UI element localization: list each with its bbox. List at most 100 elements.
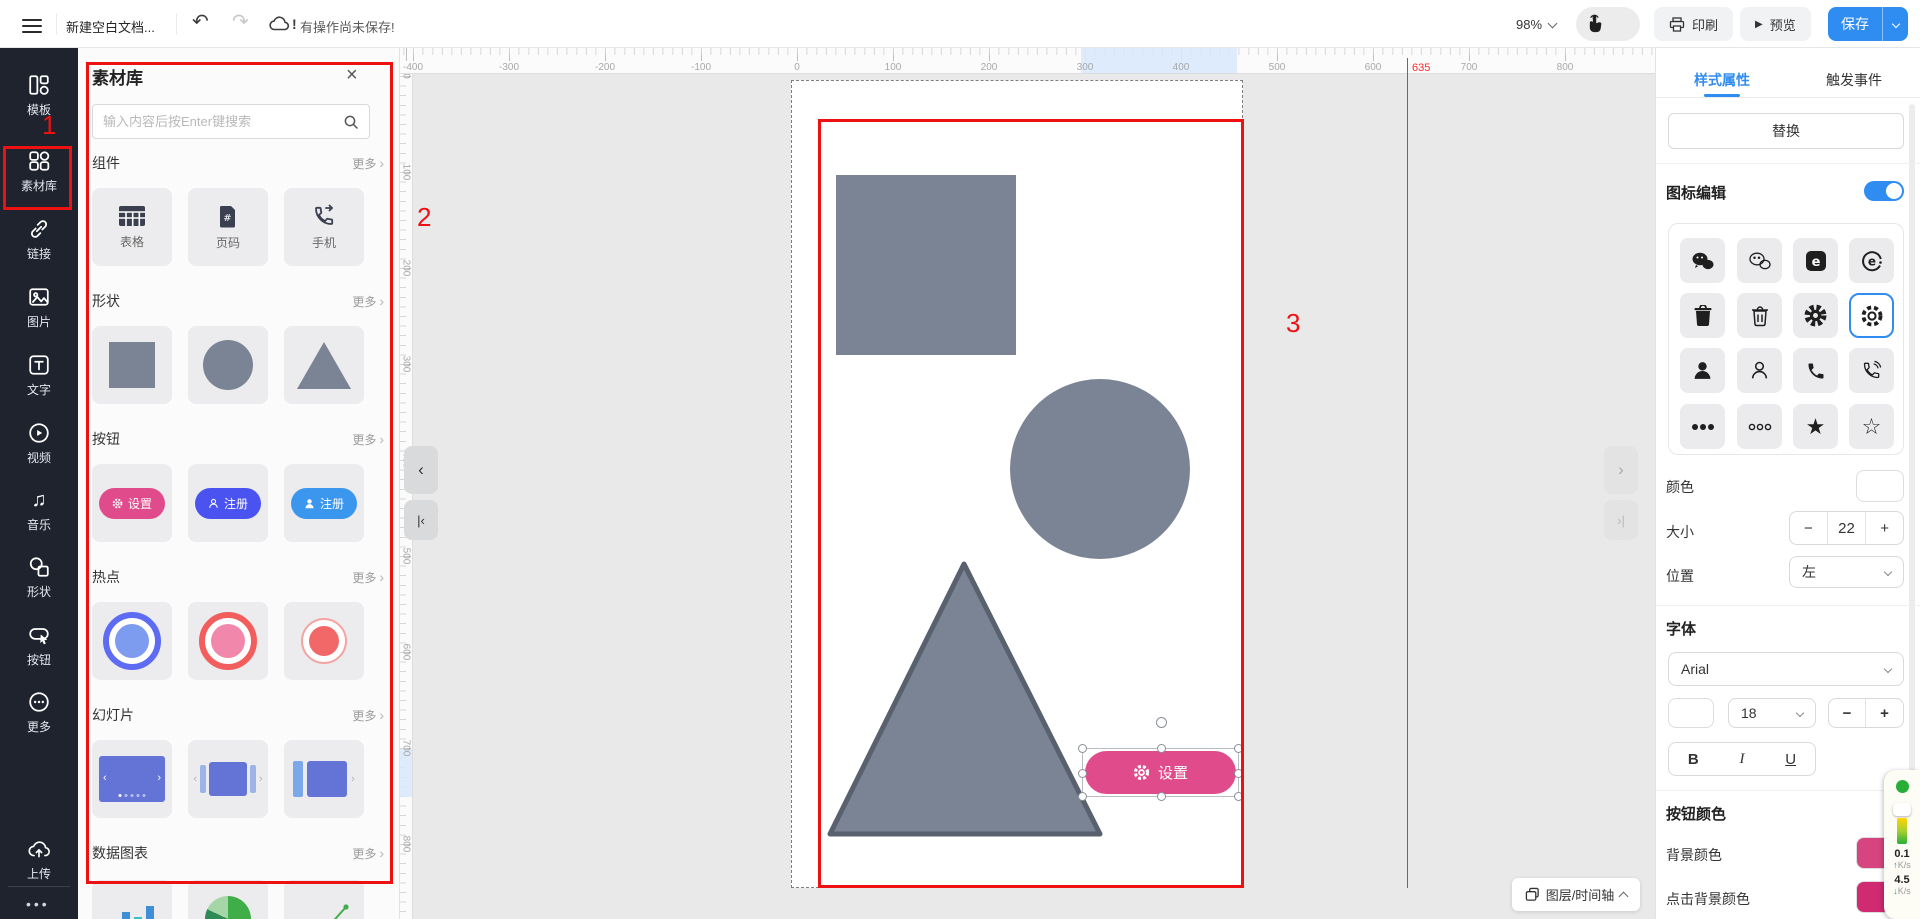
panel-expand-to-end-button[interactable]: ›| — [1604, 500, 1638, 540]
icon-edit-toggle[interactable] — [1864, 181, 1904, 201]
font-size-decrease-button[interactable]: − — [1829, 699, 1866, 727]
sidebar-item-more[interactable]: 更多 — [0, 691, 78, 749]
icon-option-ellipsis-outline[interactable] — [1737, 404, 1782, 449]
hotspot-card-blue[interactable] — [92, 602, 172, 680]
selection-handle[interactable] — [1234, 744, 1243, 753]
icon-option-trash-filled[interactable] — [1680, 293, 1725, 338]
button-card-register-2[interactable]: 注册 — [284, 464, 364, 542]
chart-card-pie[interactable] — [188, 880, 268, 919]
print-button[interactable]: 印刷 — [1654, 7, 1733, 41]
save-dropdown-button[interactable] — [1882, 7, 1908, 41]
replace-button[interactable]: 替换 — [1668, 113, 1904, 149]
chart-card-bar[interactable] — [92, 880, 172, 919]
slide-card-full[interactable]: ‹ › — [92, 740, 172, 818]
sidebar-item-image[interactable]: 图片 — [0, 286, 78, 344]
panel-collapse-left-button[interactable]: ‹ — [404, 446, 438, 494]
icon-option-wechat-outline[interactable] — [1737, 238, 1782, 283]
sidebar-item-upload[interactable]: 上传 — [0, 838, 78, 896]
sidebar-item-text[interactable]: 文字 — [0, 354, 78, 412]
slide-card-carousel[interactable]: ‹ › — [188, 740, 268, 818]
shape-card-square[interactable] — [92, 326, 172, 404]
selection-handle[interactable] — [1234, 769, 1243, 778]
component-card-table[interactable]: 表格 — [92, 188, 172, 266]
component-card-page-number[interactable]: # 页码 — [188, 188, 268, 266]
tab-trigger-events[interactable]: 触发事件 — [1826, 70, 1882, 90]
more-link[interactable]: 更多› — [352, 293, 384, 310]
selection-handle[interactable] — [1234, 792, 1243, 801]
sidebar-item-link[interactable]: 链接 — [0, 218, 78, 276]
icon-option-star-filled[interactable]: ★ — [1793, 404, 1838, 449]
italic-button[interactable]: I — [1718, 743, 1767, 775]
sidebar-item-video[interactable]: 视频 — [0, 422, 78, 480]
selection-handle[interactable] — [1078, 769, 1087, 778]
selection-handle[interactable] — [1078, 744, 1087, 753]
position-select[interactable]: 左 — [1789, 556, 1904, 588]
search-input[interactable] — [103, 114, 343, 129]
icon-option-star-outline[interactable]: ☆ — [1849, 404, 1894, 449]
more-link[interactable]: 更多› — [352, 431, 384, 448]
canvas-circle-shape[interactable] — [1010, 379, 1190, 559]
inspector-scrollbar[interactable] — [1909, 104, 1915, 804]
size-increase-button[interactable]: + — [1865, 512, 1903, 544]
document-title[interactable]: 新建空白文档... — [66, 17, 155, 36]
selection-handle[interactable] — [1157, 744, 1166, 753]
size-decrease-button[interactable]: − — [1790, 512, 1828, 544]
more-link[interactable]: 更多› — [352, 707, 384, 724]
icon-option-wechat-filled[interactable] — [1680, 238, 1725, 283]
bold-button[interactable]: B — [1669, 743, 1718, 775]
font-size-select[interactable]: 18 — [1728, 698, 1816, 728]
icon-option-gear-filled[interactable] — [1793, 293, 1838, 338]
selection-handle[interactable] — [1078, 792, 1087, 801]
icon-option-phone-outline[interactable] — [1849, 348, 1894, 393]
panel-collapse-to-start-button[interactable]: |‹ — [404, 500, 438, 540]
font-family-select[interactable]: Arial — [1668, 652, 1904, 686]
panel-expand-right-button[interactable]: › — [1604, 446, 1638, 494]
icon-option-user-filled[interactable] — [1680, 348, 1725, 393]
more-link[interactable]: 更多› — [352, 845, 384, 862]
menu-icon[interactable] — [22, 15, 42, 37]
button-card-register-1[interactable]: 注册 — [188, 464, 268, 542]
canvas-triangle-shape[interactable] — [816, 553, 1110, 841]
undo-icon[interactable]: ↶ — [192, 12, 209, 32]
icon-option-eqxiu-filled[interactable]: e — [1793, 238, 1838, 283]
layers-timeline-button[interactable]: 图层/时间轴 — [1512, 878, 1640, 911]
icon-option-trash-outline[interactable] — [1737, 293, 1782, 338]
chart-card-line[interactable] — [284, 880, 364, 919]
ruler-guide-line[interactable] — [1407, 58, 1408, 888]
icon-option-ellipsis-filled[interactable] — [1680, 404, 1725, 449]
more-link[interactable]: 更多› — [352, 569, 384, 586]
save-button[interactable]: 保存 — [1828, 7, 1882, 41]
font-size-increase-button[interactable]: + — [1866, 699, 1903, 727]
icon-option-user-outline[interactable] — [1737, 348, 1782, 393]
zoom-control[interactable]: 98% — [1516, 17, 1556, 32]
sidebar-item-music[interactable]: ♫ 音乐 — [0, 489, 78, 547]
font-color-swatch[interactable] — [1668, 698, 1714, 728]
shape-card-triangle[interactable] — [284, 326, 364, 404]
more-link[interactable]: 更多› — [352, 155, 384, 172]
hand-mode-toggle[interactable] — [1576, 7, 1640, 41]
hotspot-card-small-red[interactable] — [284, 602, 364, 680]
sidebar-item-material-library[interactable]: 素材库 — [0, 150, 78, 208]
icon-color-swatch[interactable] — [1856, 470, 1904, 502]
button-card-settings[interactable]: 设置 — [92, 464, 172, 542]
tab-style-properties[interactable]: 样式属性 — [1694, 70, 1750, 90]
slide-card-side[interactable]: › — [284, 740, 364, 818]
preview-button[interactable]: ▶ 预览 — [1740, 7, 1811, 41]
canvas-square-shape[interactable] — [836, 175, 1016, 355]
hotspot-card-red[interactable] — [188, 602, 268, 680]
icon-option-gear-outline-selected[interactable] — [1849, 293, 1894, 338]
search-icon[interactable] — [343, 114, 359, 130]
sidebar-overflow-dots[interactable]: ••• — [26, 896, 50, 912]
sidebar-item-button[interactable]: 按钮 — [0, 624, 78, 682]
icon-option-eqxiu-outline[interactable]: e — [1849, 238, 1894, 283]
slider-thumb[interactable] — [1893, 803, 1911, 816]
selection-handle[interactable] — [1157, 792, 1166, 801]
underline-button[interactable]: U — [1766, 743, 1815, 775]
component-card-phone[interactable]: 手机 — [284, 188, 364, 266]
rotation-handle[interactable] — [1156, 717, 1167, 728]
close-icon[interactable]: × — [346, 66, 358, 84]
icon-option-phone-filled[interactable] — [1793, 348, 1838, 393]
shape-card-circle[interactable] — [188, 326, 268, 404]
network-speed-overlay[interactable]: 0.1 ↑K/s 4.5 ↓K/s — [1884, 770, 1920, 919]
sidebar-item-template[interactable]: 模板 — [0, 74, 78, 132]
